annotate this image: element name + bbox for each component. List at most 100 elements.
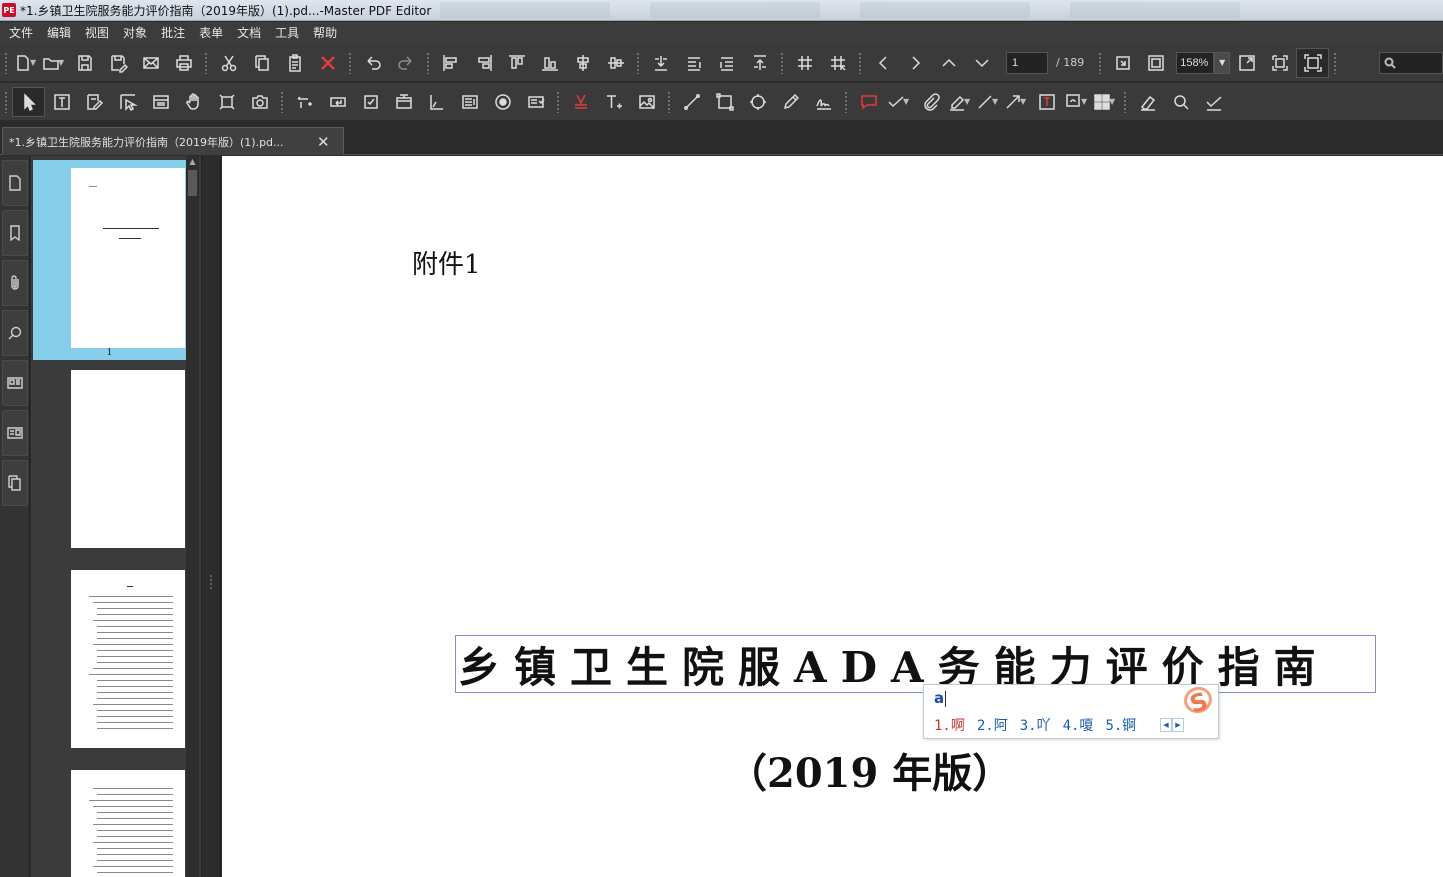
zoom-input[interactable] bbox=[1176, 51, 1215, 74]
pencil-tool-button[interactable] bbox=[774, 87, 807, 117]
save-button[interactable] bbox=[68, 48, 101, 78]
chevron-up-icon[interactable]: ▲ bbox=[186, 156, 199, 168]
checkbox-field-tool-button[interactable] bbox=[354, 87, 387, 117]
scrollbar-thumb[interactable] bbox=[188, 170, 197, 196]
toolbar-grip[interactable] bbox=[348, 51, 352, 74]
chevron-down-icon[interactable]: ▼ bbox=[1020, 97, 1030, 106]
thumbnail-scrollbar[interactable]: ▲ bbox=[186, 156, 199, 877]
next-view-button[interactable] bbox=[899, 48, 932, 78]
page-thumbnail-2[interactable] bbox=[71, 370, 185, 548]
rectangle-tool-button[interactable] bbox=[708, 87, 741, 117]
align-bottom-button[interactable] bbox=[533, 48, 566, 78]
ime-candidate-3[interactable]: 3.吖 bbox=[1020, 715, 1051, 735]
hand-tool-button[interactable] bbox=[177, 87, 210, 117]
align-center-h-button[interactable] bbox=[566, 48, 599, 78]
chevron-right-icon[interactable]: ▶ bbox=[1172, 718, 1184, 732]
add-text-button[interactable] bbox=[597, 87, 630, 117]
toolbar-grip[interactable] bbox=[204, 51, 208, 74]
splitter-grip[interactable] bbox=[209, 574, 213, 590]
cut-button[interactable] bbox=[212, 48, 245, 78]
next-page-button[interactable] bbox=[965, 48, 998, 78]
ime-candidate-1[interactable]: 1.啊 bbox=[934, 715, 965, 735]
pages-copy-panel-button[interactable] bbox=[2, 460, 28, 506]
close-icon[interactable]: ✕ bbox=[317, 133, 330, 151]
toolbar-grip[interactable] bbox=[858, 51, 862, 74]
toolbar-grip[interactable] bbox=[4, 90, 8, 113]
approve-tool-button[interactable] bbox=[1197, 87, 1230, 117]
add-text-annotation-button[interactable] bbox=[564, 87, 597, 117]
document-subtitle[interactable]: （2019 年版） bbox=[727, 741, 1012, 799]
add-link-tool-button[interactable] bbox=[288, 87, 321, 117]
line-tool-button[interactable] bbox=[675, 87, 708, 117]
page-thumbnail-4[interactable] bbox=[71, 770, 185, 877]
panel-splitter[interactable] bbox=[201, 156, 221, 877]
menu-object[interactable]: 对象 bbox=[116, 22, 154, 44]
chevron-down-icon[interactable]: ▼ bbox=[1109, 97, 1119, 106]
previous-page-button[interactable] bbox=[932, 48, 965, 78]
combo-field-tool-button[interactable] bbox=[519, 87, 552, 117]
chevron-left-icon[interactable]: ◀ bbox=[1160, 718, 1172, 732]
print-button[interactable] bbox=[167, 48, 200, 78]
snapshot-tool-button[interactable] bbox=[243, 87, 276, 117]
add-image-button[interactable] bbox=[630, 87, 663, 117]
pages-panel-button[interactable] bbox=[2, 160, 28, 206]
chevron-down-icon[interactable]: ▼ bbox=[903, 97, 913, 106]
actual-size-button[interactable] bbox=[1106, 48, 1139, 78]
title-bar[interactable]: PE *1.乡镇卫生院服务能力评价指南（2019年版）(1).pd...-Mas… bbox=[0, 0, 1443, 21]
email-button[interactable] bbox=[134, 48, 167, 78]
bring-front-button[interactable] bbox=[644, 48, 677, 78]
ime-candidate-2[interactable]: 2.阿 bbox=[977, 715, 1008, 735]
sogou-logo-icon[interactable]: S bbox=[1180, 683, 1216, 719]
menu-edit[interactable]: 编辑 bbox=[40, 22, 78, 44]
toolbar-grip[interactable] bbox=[780, 51, 784, 74]
search-panel-button[interactable] bbox=[2, 310, 28, 356]
bring-forward-button[interactable] bbox=[677, 48, 710, 78]
grid-button[interactable] bbox=[788, 48, 821, 78]
menu-help[interactable]: 帮助 bbox=[306, 22, 344, 44]
menu-comment[interactable]: 批注 bbox=[154, 22, 192, 44]
undo-button[interactable] bbox=[356, 48, 389, 78]
bookmarks-panel-button[interactable] bbox=[2, 210, 28, 256]
toolbar-grip[interactable] bbox=[1123, 90, 1127, 113]
attachments-panel-button[interactable] bbox=[2, 260, 28, 306]
signature-tool-button[interactable] bbox=[807, 87, 840, 117]
chevron-down-icon[interactable]: ▼ bbox=[964, 97, 974, 106]
toolbar-grip[interactable] bbox=[280, 90, 284, 113]
menu-document[interactable]: 文档 bbox=[230, 22, 268, 44]
signature-field-tool-button[interactable] bbox=[420, 87, 453, 117]
chevron-down-icon[interactable]: ▼ bbox=[30, 58, 40, 67]
page-thumbnail-3[interactable] bbox=[71, 570, 185, 748]
ime-candidate-4[interactable]: 4.嗄 bbox=[1063, 715, 1094, 735]
previous-view-button[interactable] bbox=[866, 48, 899, 78]
align-left-button[interactable] bbox=[434, 48, 467, 78]
chevron-down-icon[interactable]: ▼ bbox=[58, 58, 68, 67]
toolbar-grip[interactable] bbox=[667, 90, 671, 113]
chevron-down-icon[interactable]: ▼ bbox=[1214, 51, 1231, 74]
text-field-tool-button[interactable] bbox=[387, 87, 420, 117]
annex-label[interactable]: 附件1 bbox=[412, 244, 481, 281]
toolbar-grip[interactable] bbox=[1333, 51, 1338, 74]
document-page[interactable]: 附件1 乡镇卫生院服ADA务能力评价指南 （2019 年版） a S 1.啊 2… bbox=[222, 156, 1443, 877]
chevron-down-icon[interactable]: ▼ bbox=[1081, 97, 1091, 106]
toolbar-grip[interactable] bbox=[844, 90, 848, 113]
delete-button[interactable] bbox=[311, 48, 344, 78]
align-center-v-button[interactable] bbox=[599, 48, 632, 78]
title-text-box[interactable]: 乡镇卫生院服ADA务能力评价指南 bbox=[455, 635, 1376, 693]
toolbar-grip[interactable] bbox=[1098, 51, 1103, 74]
menu-file[interactable]: 文件 bbox=[2, 22, 40, 44]
fields-panel-button[interactable] bbox=[2, 410, 28, 456]
fit-page-button[interactable] bbox=[1139, 48, 1172, 78]
fit-width-button[interactable] bbox=[1230, 48, 1263, 78]
layers-panel-button[interactable] bbox=[2, 360, 28, 406]
full-screen-button[interactable] bbox=[1296, 47, 1330, 78]
search-input[interactable] bbox=[1379, 52, 1443, 74]
find-tool-button[interactable] bbox=[1164, 87, 1197, 117]
comment-tool-button[interactable] bbox=[852, 87, 885, 117]
text-box-annotation-button[interactable] bbox=[1030, 87, 1063, 117]
edit-forms-tool-button[interactable] bbox=[78, 87, 111, 117]
toolbar-grip[interactable] bbox=[556, 90, 560, 113]
document-tab[interactable]: *1.乡镇卫生院服务能力评价指南（2019年版）(1).pd... ✕ bbox=[2, 127, 344, 155]
page-thumbnail-1[interactable] bbox=[71, 168, 185, 348]
eraser-tool-button[interactable] bbox=[1131, 87, 1164, 117]
edit-text-tool-button[interactable] bbox=[45, 87, 78, 117]
